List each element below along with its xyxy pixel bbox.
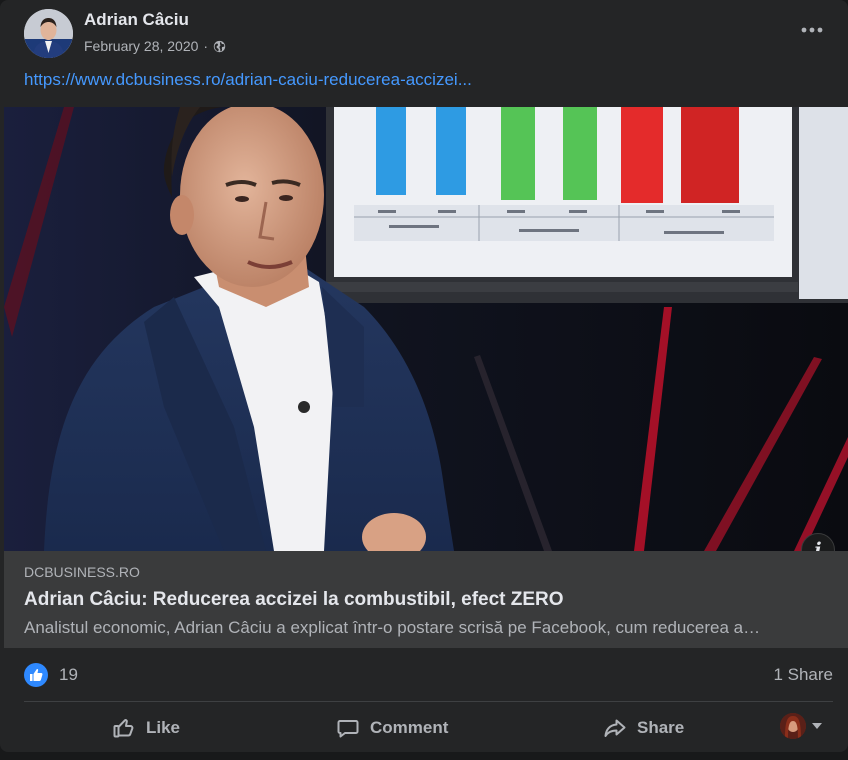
more-dots-icon <box>801 27 823 33</box>
chevron-down-icon <box>812 723 822 729</box>
reactions-summary[interactable]: 19 <box>24 663 78 687</box>
comment-button[interactable]: Comment <box>336 713 448 743</box>
more-options-button[interactable] <box>798 18 826 42</box>
share-button[interactable]: Share <box>603 713 684 743</box>
share-label: Share <box>637 718 685 737</box>
comment-label: Comment <box>370 718 449 737</box>
meta-separator: · <box>203 38 209 54</box>
profile-avatar <box>780 713 806 739</box>
post-card: Adrian Câciu February 28, 2020 · https:/… <box>0 0 848 752</box>
author-avatar[interactable] <box>24 9 73 58</box>
post-date[interactable]: February 28, 2020 <box>84 38 198 54</box>
like-button[interactable]: Like <box>112 713 180 743</box>
post-link[interactable]: https://www.dcbusiness.ro/adrian-caciu-r… <box>24 70 472 90</box>
link-domain: DCBUSINESS.RO <box>24 564 140 580</box>
like-label: Like <box>146 718 181 737</box>
comment-icon <box>336 716 360 740</box>
share-icon <box>603 716 627 740</box>
author-name[interactable]: Adrian Câciu <box>84 10 189 30</box>
reaction-count[interactable]: 19 <box>59 665 78 685</box>
react-as-selector[interactable] <box>780 713 822 739</box>
globe-icon[interactable] <box>213 40 226 53</box>
link-title[interactable]: Adrian Câciu: Reducerea accizei la combu… <box>24 589 564 611</box>
divider <box>24 701 833 702</box>
like-reaction-icon <box>24 663 48 687</box>
link-preview-image[interactable] <box>4 107 848 551</box>
like-icon <box>112 716 136 740</box>
post-meta: February 28, 2020 · <box>84 38 226 54</box>
share-count[interactable]: 1 Share <box>773 665 833 685</box>
link-preview-text[interactable]: DCBUSINESS.RO Adrian Câciu: Reducerea ac… <box>4 551 848 648</box>
link-description: Analistul economic, Adrian Câciu a expli… <box>24 618 761 637</box>
